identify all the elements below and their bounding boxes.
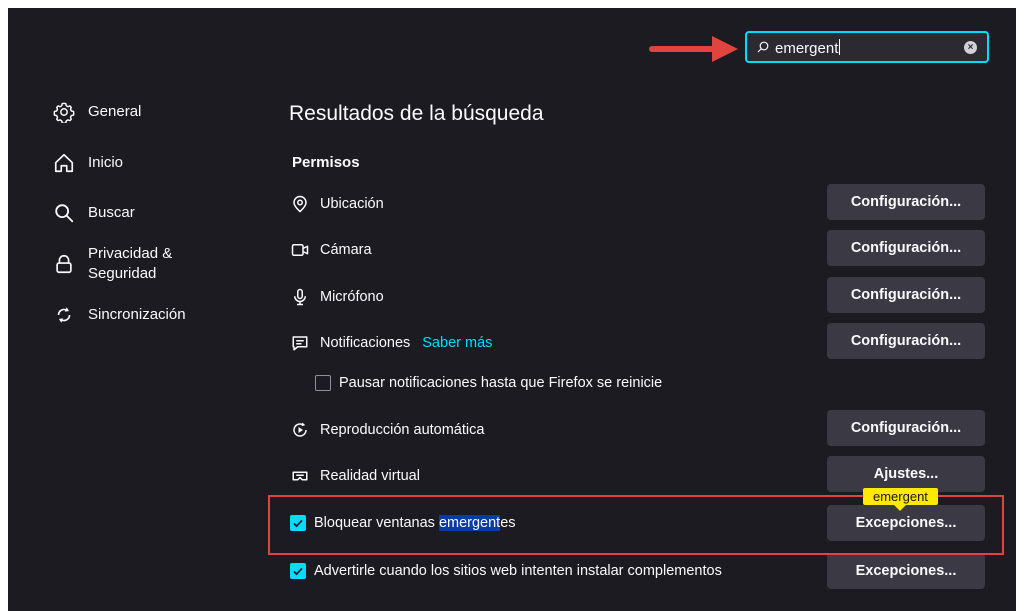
section-title: Permisos bbox=[292, 154, 360, 171]
warn-addons-checkbox[interactable] bbox=[290, 563, 306, 579]
search-input[interactable]: emergent × bbox=[745, 31, 989, 63]
permission-row-location: Ubicación bbox=[290, 194, 384, 214]
autoplay-settings-button[interactable]: Configuración... bbox=[827, 410, 985, 446]
vr-icon bbox=[290, 466, 310, 486]
sidebar-item-label: General bbox=[88, 103, 142, 120]
clear-search-icon[interactable]: × bbox=[964, 41, 977, 54]
autoplay-icon bbox=[290, 420, 310, 440]
sidebar-item-label: Buscar bbox=[88, 204, 135, 221]
sidebar-item-inicio[interactable]: Inicio bbox=[52, 151, 123, 175]
permission-row-camera: Cámara bbox=[290, 240, 372, 260]
sidebar-item-general[interactable]: General bbox=[52, 100, 141, 124]
search-query: emergent bbox=[775, 39, 841, 57]
pause-notifications-checkbox[interactable] bbox=[315, 375, 331, 391]
permission-label: Reproducción automática bbox=[320, 422, 485, 438]
checkmark-icon bbox=[293, 567, 303, 576]
microphone-icon bbox=[290, 287, 310, 307]
lock-icon bbox=[52, 252, 76, 276]
permission-label: Micrófono bbox=[320, 289, 384, 305]
camera-settings-button[interactable]: Configuración... bbox=[827, 230, 985, 266]
annotation-arrow bbox=[649, 36, 738, 62]
search-icon bbox=[52, 201, 76, 225]
permission-row-notifications: Notificaciones Saber más bbox=[290, 333, 492, 353]
permission-label: Realidad virtual bbox=[320, 468, 420, 484]
notifications-settings-button[interactable]: Configuración... bbox=[827, 323, 985, 359]
search-icon bbox=[757, 41, 769, 53]
notification-icon bbox=[290, 333, 310, 353]
location-icon bbox=[290, 194, 310, 214]
permission-label: Cámara bbox=[320, 242, 372, 258]
pause-notifications-option[interactable]: Pausar notificaciones hasta que Firefox … bbox=[315, 375, 662, 391]
page-title: Resultados de la búsqueda bbox=[289, 102, 544, 125]
camera-icon bbox=[290, 240, 310, 260]
addon-exceptions-button[interactable]: Excepciones... bbox=[827, 553, 985, 589]
permission-row-vr: Realidad virtual bbox=[290, 466, 420, 486]
microphone-settings-button[interactable]: Configuración... bbox=[827, 277, 985, 313]
warn-addons-option[interactable]: Advertirle cuando los sitios web intente… bbox=[290, 563, 722, 579]
permission-row-autoplay: Reproducción automática bbox=[290, 420, 484, 440]
preferences-window: emergent × General Inicio Buscar Privaci… bbox=[8, 8, 1016, 611]
permission-label: Ubicación bbox=[320, 196, 384, 212]
sidebar-item-label: Privacidad & Seguridad bbox=[88, 245, 173, 282]
pause-notifications-label: Pausar notificaciones hasta que Firefox … bbox=[339, 375, 663, 391]
sidebar-item-buscar[interactable]: Buscar bbox=[52, 201, 135, 225]
sidebar-item-privacidad[interactable]: Privacidad & Seguridad bbox=[52, 242, 172, 284]
sidebar-item-label: Inicio bbox=[88, 154, 124, 171]
sidebar-item-label: Sincronización bbox=[88, 306, 186, 323]
permission-label: Notificaciones bbox=[320, 335, 411, 351]
vr-settings-button[interactable]: Ajustes... bbox=[827, 456, 985, 492]
home-icon bbox=[52, 151, 76, 175]
sync-icon bbox=[52, 303, 76, 327]
search-match-tooltip: emergent bbox=[863, 488, 938, 511]
gear-icon bbox=[52, 100, 76, 124]
learn-more-link[interactable]: Saber más bbox=[422, 335, 492, 351]
warn-addons-label: Advertirle cuando los sitios web intente… bbox=[314, 563, 722, 579]
permission-row-microphone: Micrófono bbox=[290, 287, 384, 307]
sidebar-item-sincronizacion[interactable]: Sincronización bbox=[52, 303, 186, 327]
location-settings-button[interactable]: Configuración... bbox=[827, 184, 985, 220]
